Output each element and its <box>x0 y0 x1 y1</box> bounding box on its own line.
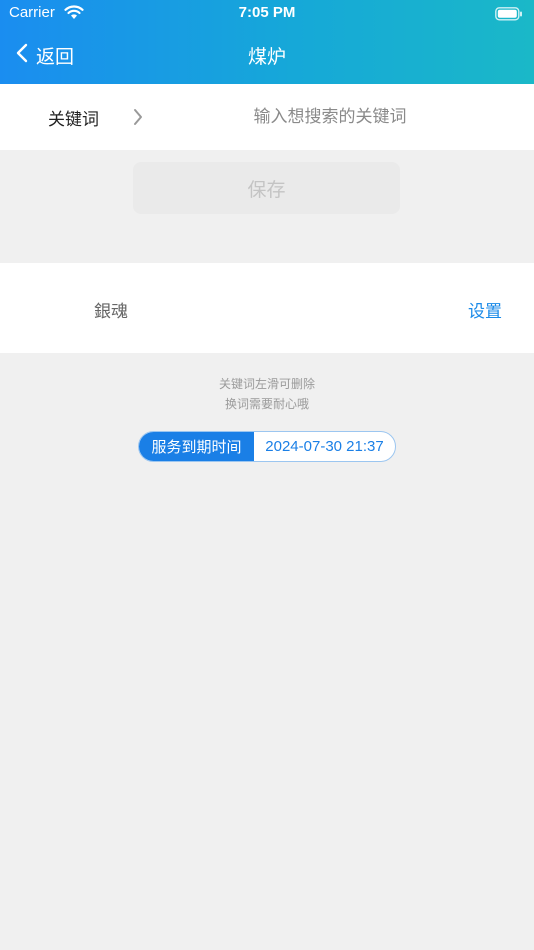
keyword-row: 关键词 <box>0 84 534 150</box>
service-expiry-value: 2024-07-30 21:37 <box>265 438 384 455</box>
page-title: 煤炉 <box>247 46 286 68</box>
settings-button[interactable]: 设置 <box>468 297 502 322</box>
nav-bar: 返回 煤炉 <box>0 28 534 84</box>
service-expiry-badge: 服务到期时间 2024-07-30 21:37 <box>138 431 396 462</box>
battery-icon <box>495 6 523 25</box>
list-item[interactable]: 銀魂 设置 <box>0 263 534 353</box>
keyword-item-name: 銀魂 <box>94 302 128 322</box>
keyword-label: 关键词 <box>48 110 99 130</box>
keyword-input[interactable] <box>160 99 500 135</box>
hint-patience: 换词需要耐心哦 <box>224 397 309 411</box>
status-bar: Carrier 7:05 PM <box>0 0 534 28</box>
chevron-right-icon <box>133 108 143 130</box>
service-expiry-label: 服务到期时间 <box>139 432 254 461</box>
hint-swipe-delete: 关键词左滑可删除 <box>218 377 315 391</box>
header: Carrier 7:05 PM 返回 煤炉 <box>0 0 534 84</box>
status-time: 7:05 PM <box>238 4 296 21</box>
save-button[interactable]: 保存 <box>133 162 400 214</box>
